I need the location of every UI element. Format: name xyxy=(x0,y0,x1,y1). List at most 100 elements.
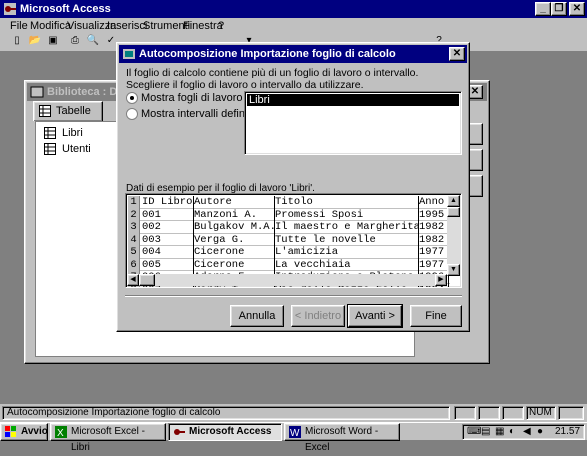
list-item-label: Libri xyxy=(62,127,83,139)
svg-text:X: X xyxy=(57,428,64,439)
table-row: 5 004 Cicerone L'amicizia 1977 xyxy=(128,246,450,259)
sample-grid: 1 ID Libro Autore Titolo Anno 2 001 Manzoni A. P… xyxy=(125,193,462,288)
row-number: 2 xyxy=(128,208,140,221)
row-number: 3 xyxy=(128,221,140,234)
scroll-thumb[interactable] xyxy=(447,207,460,217)
table-cell: 1995 xyxy=(419,208,449,221)
sheet-item-libri[interactable]: Libri xyxy=(247,94,459,106)
start-label: Avvio xyxy=(21,426,48,437)
preview-icon[interactable]: 🔍 xyxy=(84,33,102,49)
restore-button[interactable]: ❐ xyxy=(551,2,567,16)
table-cell: Tutte le novelle xyxy=(275,233,419,246)
table-cell: Il maestro e Margherita xyxy=(275,221,419,234)
task-excel[interactable]: X Microsoft Excel - Libri xyxy=(50,423,166,453)
next-button[interactable]: Avanti > xyxy=(347,304,403,328)
tab-tabelle[interactable]: Tabelle xyxy=(33,101,103,121)
tray-icon[interactable]: ⌨ xyxy=(467,426,481,437)
status-text-panel: Autocomposizione Importazione foglio di … xyxy=(2,406,450,420)
svg-text:W: W xyxy=(290,428,300,439)
dialog-close-button[interactable]: ✕ xyxy=(449,47,465,61)
table-cell: 1977 xyxy=(419,258,449,271)
status-panel-3 xyxy=(502,406,524,420)
cancel-button[interactable]: Annulla xyxy=(230,305,284,327)
table-cell: 1982 xyxy=(419,221,449,234)
table-cell: 002 xyxy=(142,221,194,234)
start-button[interactable]: Avvio xyxy=(0,423,48,441)
vertical-scrollbar[interactable]: ▲ ▼ xyxy=(447,195,460,276)
tray-icon[interactable]: ◐ xyxy=(509,426,515,437)
row-number: 1 xyxy=(128,196,140,209)
table-cell: Verga G. xyxy=(194,233,275,246)
table-cell: 004 xyxy=(142,246,194,259)
table-icon xyxy=(44,127,56,139)
sheet-listbox[interactable]: Libri xyxy=(244,91,462,155)
table-cell: 005 xyxy=(142,258,194,271)
table-icon xyxy=(44,143,56,155)
row-number: 5 xyxy=(128,246,140,259)
table-cell: Cicerone xyxy=(194,246,275,259)
table-cell: Promessi Sposi xyxy=(275,208,419,221)
radio-empty-icon xyxy=(126,108,138,120)
list-item-libri[interactable]: Libri xyxy=(42,126,83,140)
minimize-button[interactable]: _ xyxy=(535,2,551,16)
table-cell: Autore xyxy=(194,196,275,209)
new-icon[interactable]: ▯ xyxy=(8,33,26,49)
tray-icon[interactable]: ● xyxy=(537,426,543,437)
num-lock-panel: NUM xyxy=(526,406,556,420)
clock[interactable]: 21.57 xyxy=(555,426,580,437)
task-label: Microsoft Access xyxy=(189,426,272,437)
num-lock-indicator: NUM xyxy=(529,407,552,418)
task-word[interactable]: W Microsoft Word - Excel xyxy=(284,423,400,453)
excel-icon: X xyxy=(55,426,67,439)
status-text: Autocomposizione Importazione foglio di … xyxy=(7,407,221,418)
button-separator xyxy=(125,295,462,297)
radio-ranges-label: Mostra intervalli definiti xyxy=(141,108,253,120)
table-row: 3 002 Bulgakov M.A. Il maestro e Margherita… xyxy=(128,221,450,234)
table-icon xyxy=(39,105,51,117)
status-panel-2 xyxy=(478,406,500,420)
tray-icon[interactable]: ▦ xyxy=(495,426,504,437)
radio-sheets-label: Mostra fogli di lavoro xyxy=(141,92,243,104)
scroll-down-button[interactable]: ▼ xyxy=(447,264,460,276)
back-button[interactable]: < Indietro xyxy=(291,305,345,327)
table-cell: Titolo xyxy=(275,196,419,209)
table-cell: Cicerone xyxy=(194,258,275,271)
wizard-icon xyxy=(123,49,135,59)
table-row: 4 003 Verga G. Tutte le novelle 1982 xyxy=(128,233,450,246)
access-key-icon xyxy=(4,3,16,15)
horizontal-scrollbar[interactable]: ◀ ▶ xyxy=(127,274,447,286)
table-cell: La vecchiaia xyxy=(275,258,419,271)
table-cell: ID Libro xyxy=(142,196,194,209)
radio-sheets[interactable]: Mostra fogli di lavoro xyxy=(125,91,243,105)
radio-ranges[interactable]: Mostra intervalli definiti xyxy=(125,107,253,121)
grid-rows: 1 ID Libro Autore Titolo Anno 2 001 Manzoni A. P… xyxy=(128,196,450,287)
save-icon[interactable]: ▣ xyxy=(44,33,62,49)
scroll-right-button[interactable]: ▶ xyxy=(435,274,447,286)
finish-button[interactable]: Fine xyxy=(410,305,462,327)
task-access[interactable]: Microsoft Access xyxy=(168,423,282,441)
table-cell: 1982 xyxy=(419,233,449,246)
database-icon xyxy=(30,86,44,98)
table-row: 2 001 Manzoni A. Promessi Sposi 1995 xyxy=(128,208,450,221)
row-number: 4 xyxy=(128,233,140,246)
import-wizard-dialog: Autocomposizione Importazione foglio di … xyxy=(116,42,470,332)
volume-icon[interactable]: ◀ xyxy=(523,426,531,437)
sheet-item-label: Libri xyxy=(249,94,270,106)
scroll-left-button[interactable]: ◀ xyxy=(127,274,139,286)
open-icon[interactable]: 📂 xyxy=(26,33,44,49)
close-button[interactable]: ✕ xyxy=(569,2,585,16)
app-titlebar: Microsoft Access _ ❐ ✕ xyxy=(0,0,587,18)
app-title: Microsoft Access xyxy=(20,3,111,15)
tray-icon[interactable]: ▤ xyxy=(481,426,490,437)
taskbar: Avvio X Microsoft Excel - Libri Microsof… xyxy=(0,422,587,453)
status-panel-1 xyxy=(454,406,476,420)
scroll-up-button[interactable]: ▲ xyxy=(447,195,460,207)
dialog-title: Autocomposizione Importazione foglio di … xyxy=(139,48,396,60)
scroll-hthumb[interactable] xyxy=(139,274,155,286)
list-item-utenti[interactable]: Utenti xyxy=(42,142,91,156)
print-icon[interactable]: ⎙ xyxy=(66,33,84,49)
dialog-titlebar: Autocomposizione Importazione foglio di … xyxy=(119,45,467,63)
radio-selected-icon xyxy=(126,92,138,104)
status-bar: Autocomposizione Importazione foglio di … xyxy=(0,404,587,422)
access-key-icon xyxy=(174,429,185,435)
